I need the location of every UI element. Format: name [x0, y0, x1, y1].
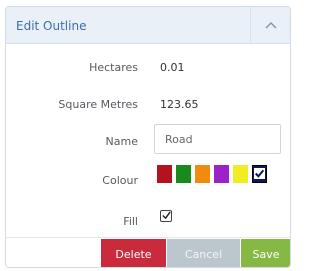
square-metres-label: Square Metres — [58, 98, 138, 111]
colour-swatch[interactable] — [252, 165, 267, 183]
colour-swatch[interactable] — [233, 165, 248, 183]
cancel-button[interactable]: Cancel — [167, 239, 240, 267]
panel-title: Edit Outline — [16, 19, 87, 33]
colour-swatches — [157, 165, 267, 183]
name-input[interactable]: Road — [154, 124, 281, 154]
collapse-button[interactable] — [250, 7, 290, 43]
chevron-up-icon — [264, 21, 277, 29]
colour-swatch[interactable] — [195, 165, 210, 183]
save-button[interactable]: Save — [241, 239, 290, 267]
colour-label: Colour — [102, 174, 138, 187]
checkmark-icon — [254, 168, 265, 179]
edit-outline-panel: Edit Outline Hectares 0.01 Square Metres… — [5, 6, 291, 268]
colour-swatch[interactable] — [176, 165, 191, 183]
square-metres-value: 123.65 — [160, 98, 199, 111]
hectares-label: Hectares — [89, 61, 138, 74]
delete-button[interactable]: Delete — [101, 239, 166, 267]
fill-label: Fill — [123, 215, 138, 228]
checkmark-icon — [162, 211, 171, 220]
hectares-value: 0.01 — [160, 61, 185, 74]
name-label: Name — [105, 135, 138, 148]
panel-footer: Delete Cancel Save — [6, 237, 290, 267]
fill-checkbox[interactable] — [160, 210, 172, 222]
colour-swatch[interactable] — [214, 165, 229, 183]
colour-swatch[interactable] — [157, 165, 172, 183]
panel-header: Edit Outline — [6, 7, 290, 44]
